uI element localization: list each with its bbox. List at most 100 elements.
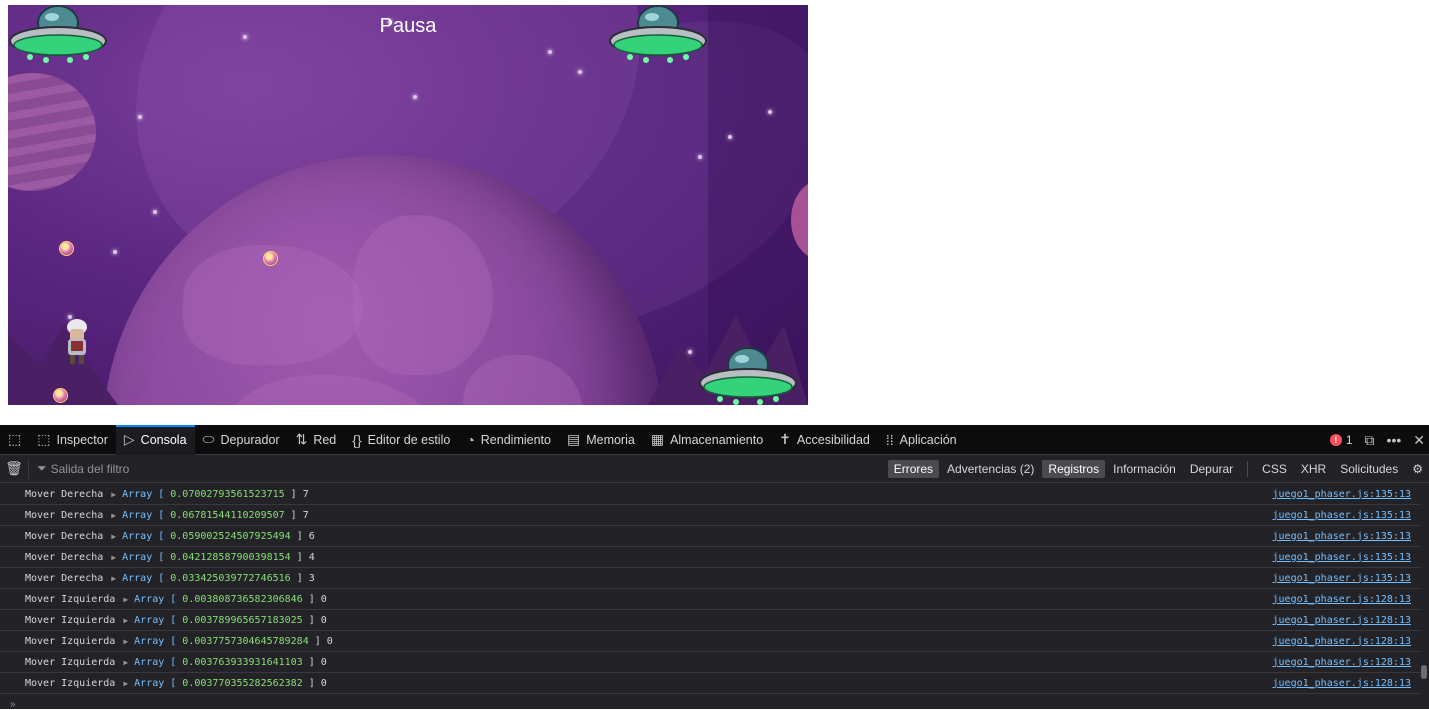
log-array-label[interactable]: Array [ xyxy=(134,594,176,605)
accessibility-icon: ✝ xyxy=(779,431,791,447)
log-message: Mover Izquierda xyxy=(25,677,116,689)
log-array-count: ] 3 xyxy=(296,572,315,584)
log-source-link[interactable]: juego1_phaser.js:135:13 xyxy=(1273,573,1411,584)
scrollbar-thumb[interactable] xyxy=(1421,665,1427,679)
error-count-badge[interactable]: ! 1 xyxy=(1329,433,1353,447)
log-array-value: 0.059002524507925494 xyxy=(170,530,291,542)
star xyxy=(578,70,582,74)
expand-triangle-icon[interactable]: ▶ xyxy=(123,658,128,667)
log-source-link[interactable]: juego1_phaser.js:128:13 xyxy=(1273,657,1411,668)
tab-consola[interactable]: ▷ Consola xyxy=(115,424,195,455)
filter-input[interactable]: ⏷ Salida del filtro xyxy=(28,458,130,479)
log-source-link[interactable]: juego1_phaser.js:128:13 xyxy=(1273,636,1411,647)
expand-triangle-icon[interactable]: ▶ xyxy=(111,490,116,499)
filter-depurar-button[interactable]: Depurar xyxy=(1184,460,1239,478)
filter-advertencias-button[interactable]: Advertencias (2) xyxy=(941,460,1040,478)
log-message: Mover Derecha xyxy=(25,509,104,521)
dock-icon[interactable]: ⧉ xyxy=(1365,432,1375,449)
filter-errores-button[interactable]: Errores xyxy=(887,460,940,478)
player-character xyxy=(67,319,87,364)
console-log-row: Mover Derecha ▶ Array [0.05900252450792549… xyxy=(0,526,1421,547)
tab-label: Inspector xyxy=(56,432,108,447)
console-input[interactable]: » xyxy=(0,699,1429,710)
tab-label: Accesibilidad xyxy=(796,432,870,447)
more-options-icon[interactable]: ••• xyxy=(1387,432,1402,448)
console-scrollbar[interactable] xyxy=(1421,484,1427,699)
log-source-link[interactable]: juego1_phaser.js:135:13 xyxy=(1273,489,1411,500)
log-array-value: 0.042128587900398154 xyxy=(170,551,291,563)
tab-red[interactable]: ⇅ Red xyxy=(288,425,345,455)
log-array-label[interactable]: Array [ xyxy=(122,531,164,542)
error-icon: ! xyxy=(1329,434,1342,446)
log-array-label[interactable]: Array [ xyxy=(134,657,176,668)
log-array-value: 0.06781544110209507 xyxy=(170,509,285,521)
filter-placeholder: Salida del filtro xyxy=(50,461,130,476)
tab-memoria[interactable]: ▤ Memoria xyxy=(559,425,643,455)
console-log-row: Mover Derecha ▶ Array [0.03342503977274651… xyxy=(0,568,1421,589)
tab-rendimiento[interactable]: ◔ Rendimiento xyxy=(458,425,559,455)
expand-triangle-icon[interactable]: ▶ xyxy=(123,616,128,625)
star xyxy=(113,250,117,254)
tab-label: Depurador xyxy=(220,432,280,447)
expand-triangle-icon[interactable]: ▶ xyxy=(123,637,128,646)
expand-triangle-icon[interactable]: ▶ xyxy=(111,511,116,520)
star xyxy=(698,155,702,159)
log-array-label[interactable]: Array [ xyxy=(122,573,164,584)
ufo-enemy xyxy=(699,347,797,405)
filter-solicitudes-button[interactable]: Solicitudes xyxy=(1334,460,1404,478)
log-array-count: ] 7 xyxy=(290,509,309,521)
expand-triangle-icon[interactable]: ▶ xyxy=(111,553,116,562)
log-array-label[interactable]: Array [ xyxy=(134,678,176,689)
star xyxy=(768,110,772,114)
log-source-link[interactable]: juego1_phaser.js:135:13 xyxy=(1273,531,1411,542)
log-array-count: ] 0 xyxy=(308,593,327,605)
console-log-row: Mover Izquierda ▶ Array [0.003808736582306… xyxy=(0,589,1421,610)
log-array-label[interactable]: Array [ xyxy=(122,552,164,563)
devtools-toolbar: ⬚ ⬚ Inspector ▷ Consola ⬭ Depurador ⇅ Red {} Edit… xyxy=(0,424,1429,455)
ufo-enemy xyxy=(9,5,107,63)
console-icon: ▷ xyxy=(123,431,135,447)
tab-accesibilidad[interactable]: ✝ Accesibilidad xyxy=(771,425,878,455)
log-array-value: 0.07002793561523715 xyxy=(170,488,285,500)
log-source-link[interactable]: juego1_phaser.js:128:13 xyxy=(1273,615,1411,626)
console-log-row: Mover Izquierda ▶ Array [0.003789965657183… xyxy=(0,610,1421,631)
close-icon[interactable]: ✕ xyxy=(1413,432,1425,449)
log-array-label[interactable]: Array [ xyxy=(134,636,176,647)
filter-buttons: Errores Advertencias (2) Registros Informac… xyxy=(887,455,1429,483)
log-array-label[interactable]: Array [ xyxy=(122,489,164,500)
log-source-link[interactable]: juego1_phaser.js:128:13 xyxy=(1273,678,1411,689)
log-source-link[interactable]: juego1_phaser.js:135:13 xyxy=(1273,510,1411,521)
error-count: 1 xyxy=(1345,433,1353,447)
log-array-label[interactable]: Array [ xyxy=(122,510,164,521)
tab-label: Editor de estilo xyxy=(367,432,451,447)
tab-label: Aplicación xyxy=(899,432,957,447)
log-source-link[interactable]: juego1_phaser.js:135:13 xyxy=(1273,552,1411,563)
element-picker-button[interactable]: ⬚ xyxy=(0,425,29,455)
tab-almacenamiento[interactable]: ▦ Almacenamiento xyxy=(643,425,771,455)
tab-inspector[interactable]: ⬚ Inspector xyxy=(29,425,116,455)
expand-triangle-icon[interactable]: ▶ xyxy=(111,532,116,541)
expand-triangle-icon[interactable]: ▶ xyxy=(111,574,116,583)
clear-console-button[interactable]: 🗑 xyxy=(0,460,28,477)
planet-surface-blob xyxy=(223,375,443,405)
log-array-count: ] 4 xyxy=(296,551,315,563)
expand-triangle-icon[interactable]: ▶ xyxy=(123,595,128,604)
filter-css-button[interactable]: CSS xyxy=(1256,460,1293,478)
game-canvas[interactable]: Pausa xyxy=(8,5,808,405)
console-log-row: Mover Izquierda ▶ Array [0.003763933931641… xyxy=(0,652,1421,673)
tab-depurador[interactable]: ⬭ Depurador xyxy=(195,425,288,455)
tab-editor-de-estilo[interactable]: {} Editor de estilo xyxy=(344,425,458,455)
filter-xhr-button[interactable]: XHR xyxy=(1295,460,1332,478)
log-array-label[interactable]: Array [ xyxy=(134,615,176,626)
log-message: Mover Derecha xyxy=(25,551,104,563)
tab-aplicación[interactable]: ⁞⁞ Aplicación xyxy=(878,425,965,455)
expand-triangle-icon[interactable]: ▶ xyxy=(123,679,128,688)
filter-registros-button[interactable]: Registros xyxy=(1042,460,1106,478)
settings-gear-icon[interactable]: ⚙ xyxy=(1406,460,1429,478)
planet-surface-blob xyxy=(353,215,493,375)
console-log-row: Mover Izquierda ▶ Array [0.003770355282562… xyxy=(0,673,1421,694)
filter-información-button[interactable]: Información xyxy=(1107,460,1182,478)
log-source-link[interactable]: juego1_phaser.js:128:13 xyxy=(1273,594,1411,605)
console-log-row: Mover Derecha ▶ Array [ 0.06781544110209507… xyxy=(0,505,1421,526)
tab-label: Memoria xyxy=(586,432,635,447)
